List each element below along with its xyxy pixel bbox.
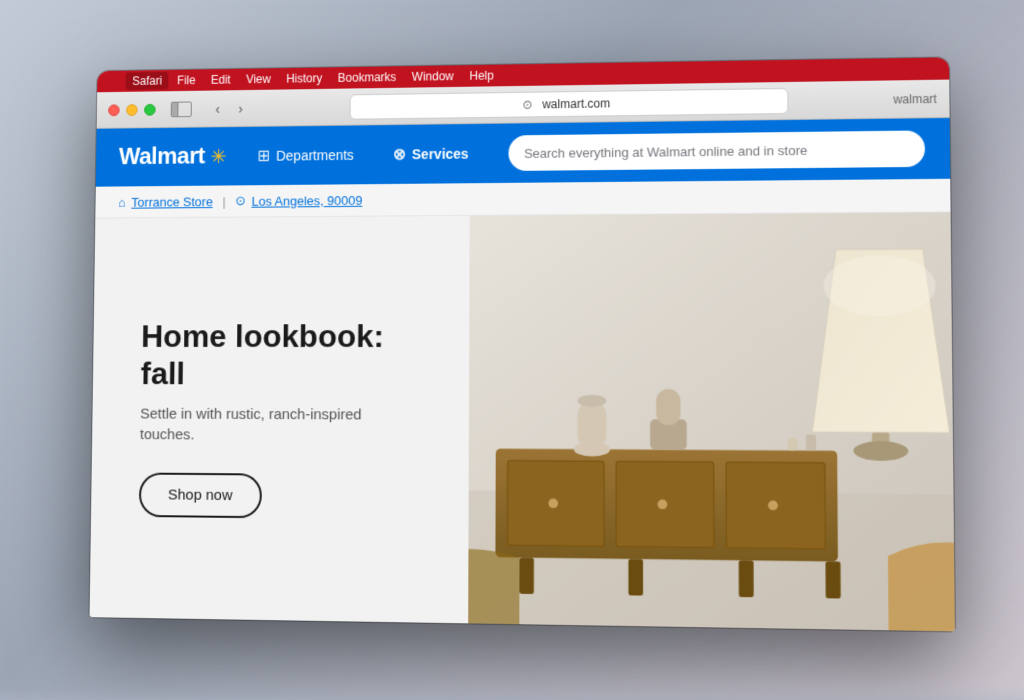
menu-bookmarks[interactable]: Bookmarks (331, 68, 403, 87)
menu-safari[interactable]: Safari (126, 71, 169, 89)
minimize-button[interactable] (126, 103, 138, 115)
window-controls (171, 101, 192, 117)
forward-button[interactable]: › (230, 97, 251, 119)
menu-history[interactable]: History (279, 69, 329, 87)
services-icon: ⊗ (393, 144, 406, 164)
hero-right (468, 212, 955, 631)
reader-icon: ⊙ (522, 97, 536, 111)
address-bar[interactable]: ⊙ walmart.com (350, 87, 789, 119)
walmart-logo-text: Walmart (119, 142, 205, 170)
fullscreen-button[interactable] (144, 103, 156, 115)
store-link[interactable]: Torrance Store (131, 193, 213, 208)
close-button[interactable] (108, 103, 120, 115)
services-nav-link[interactable]: ⊗ Services (385, 139, 477, 168)
search-placeholder: Search everything at Walmart online and … (524, 142, 807, 160)
walmart-logo[interactable]: Walmart ✳ (119, 142, 227, 170)
menu-help[interactable]: Help (463, 66, 501, 84)
sidebar-toggle[interactable] (171, 101, 192, 117)
menu-edit[interactable]: Edit (204, 70, 237, 88)
departments-icon: ⊞ (257, 146, 270, 166)
departments-label: Departments (276, 147, 354, 163)
traffic-lights (108, 103, 156, 115)
menu-view[interactable]: View (239, 70, 277, 88)
hero-content: Home lookbook: fall Settle in with rusti… (139, 316, 420, 519)
search-bar[interactable]: Search everything at Walmart online and … (508, 130, 925, 171)
location-link[interactable]: Los Angeles, 90009 (251, 192, 362, 208)
location-icon: ⊙ (235, 193, 246, 209)
nav-separator: | (222, 193, 225, 208)
back-button[interactable]: ‹ (207, 97, 228, 119)
walmart-spark: ✳ (210, 144, 226, 168)
nav-arrows: ‹ › (207, 97, 251, 119)
menu-file[interactable]: File (170, 71, 202, 89)
hero-area: Home lookbook: fall Settle in with rusti… (89, 212, 954, 631)
website-content: Walmart ✳ ⊞ Departments ⊗ Services Searc… (89, 117, 954, 630)
mac-window: Safari File Edit View History Bookmarks … (89, 57, 954, 631)
hero-subtitle: Settle in with rustic, ranch-inspired to… (140, 404, 420, 447)
hero-left: Home lookbook: fall Settle in with rusti… (89, 215, 469, 623)
walmart-navbar: Walmart ✳ ⊞ Departments ⊗ Services Searc… (96, 117, 950, 186)
address-text: walmart.com (542, 96, 610, 111)
store-icon: ⌂ (118, 194, 126, 209)
shop-now-button[interactable]: Shop now (139, 472, 262, 518)
departments-nav-link[interactable]: ⊞ Departments (250, 141, 362, 170)
menu-window[interactable]: Window (405, 67, 461, 85)
hero-title: Home lookbook: fall (140, 316, 419, 392)
hero-image (468, 212, 955, 631)
services-label: Services (412, 145, 469, 161)
toolbar-right: walmart (893, 91, 937, 106)
share-area: walmart (893, 91, 937, 106)
